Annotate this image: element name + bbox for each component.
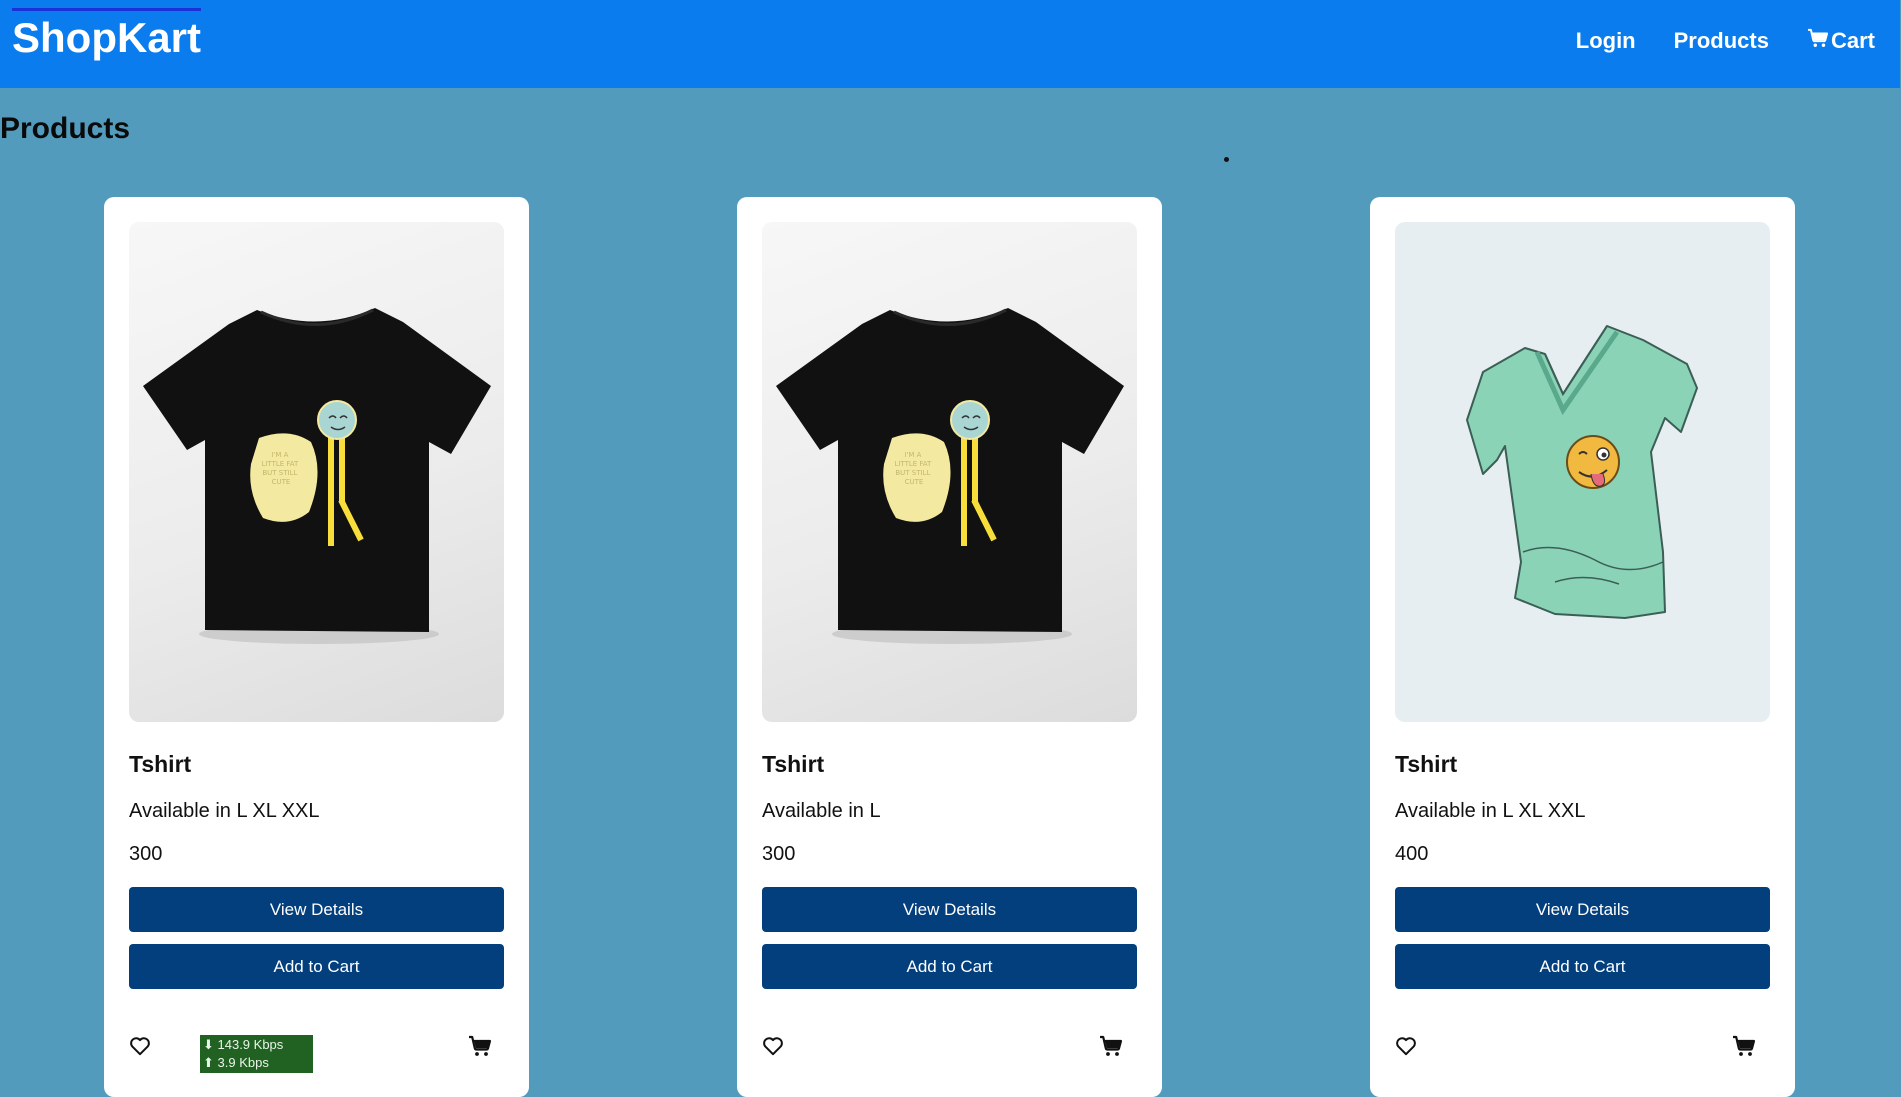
view-details-button[interactable]: View Details (1395, 887, 1770, 932)
nav-login-link[interactable]: Login (1576, 28, 1636, 54)
heart-icon[interactable] (760, 1033, 786, 1059)
navbar: ShopKart Login Products Cart (0, 0, 1900, 88)
cart-icon[interactable] (1098, 1033, 1124, 1059)
heart-icon[interactable] (1393, 1033, 1419, 1059)
network-speed-widget: ⬇ 143.9 Kbps ⬆ 3.9 Kbps (200, 1035, 313, 1073)
add-to-cart-button[interactable]: Add to Cart (1395, 944, 1770, 989)
product-image[interactable]: I'M A LITTLE FAT BUT STILL CUTE (762, 222, 1137, 722)
nav-products-link[interactable]: Products (1674, 28, 1769, 54)
product-description: Available in L (762, 800, 881, 822)
download-speed: ⬇ 143.9 Kbps (203, 1037, 284, 1052)
product-description: Available in L XL XXL (129, 800, 320, 822)
product-card: I'M A LITTLE FAT BUT STILL CUTE Tshirt A… (737, 197, 1162, 1097)
heart-icon[interactable] (127, 1033, 153, 1059)
product-price: 300 (129, 843, 163, 865)
page-title: Products (0, 112, 131, 145)
product-name: Tshirt (762, 751, 825, 777)
product-name: Tshirt (129, 751, 192, 777)
product-description: Available in L XL XXL (1395, 800, 1586, 822)
nav-links: Login Products Cart (1576, 28, 1875, 54)
view-details-button[interactable]: View Details (129, 887, 504, 932)
product-price: 300 (762, 843, 796, 865)
upload-speed: ⬆ 3.9 Kbps (203, 1055, 269, 1070)
view-details-button[interactable]: View Details (762, 887, 1137, 932)
cart-icon[interactable] (467, 1033, 493, 1059)
product-card: I'M A LITTLE FAT BUT STILL CUTE Tshirt A… (104, 197, 529, 1097)
brand-logo[interactable]: ShopKart (12, 8, 201, 59)
nav-cart-link[interactable]: Cart (1807, 28, 1875, 54)
product-price: 400 (1395, 843, 1429, 865)
add-to-cart-button[interactable]: Add to Cart (762, 944, 1137, 989)
add-to-cart-button[interactable]: Add to Cart (129, 944, 504, 989)
product-card: Tshirt Available in L XL XXL 400 View De… (1370, 197, 1795, 1097)
stray-dot (1224, 157, 1229, 162)
product-image[interactable] (1395, 222, 1770, 722)
cart-icon[interactable] (1731, 1033, 1757, 1059)
product-image[interactable]: I'M A LITTLE FAT BUT STILL CUTE (129, 222, 504, 722)
cart-icon (1807, 28, 1831, 54)
nav-cart-label: Cart (1830, 28, 1875, 53)
product-name: Tshirt (1395, 751, 1458, 777)
